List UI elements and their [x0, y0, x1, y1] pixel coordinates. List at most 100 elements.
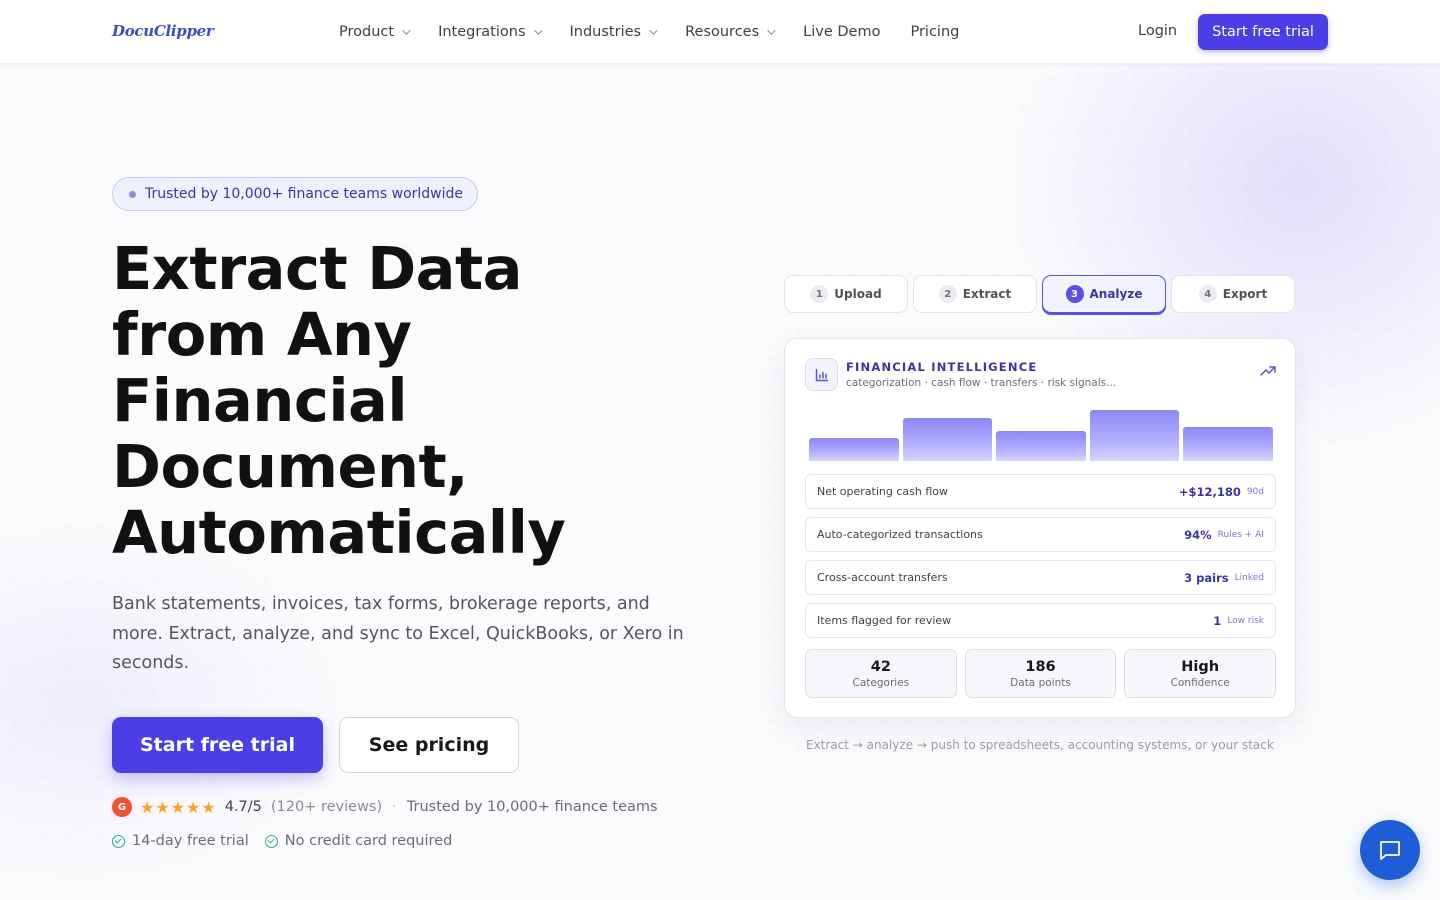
nav-link-integrations[interactable]: Integrations [438, 24, 543, 40]
rating-score: 4.7/5 [224, 799, 262, 815]
step-tab-analyze[interactable]: 3 Analyze [1042, 275, 1166, 313]
step-number: 2 [938, 285, 957, 303]
metric-tag: 90d [1246, 486, 1264, 497]
hero-headline: Extract Data from Any Financial Document, Au… [112, 236, 712, 566]
nav-link-product[interactable]: Product [339, 24, 411, 40]
chevron-down-icon [533, 26, 543, 35]
stat-label: Confidence [1170, 676, 1230, 689]
badge-text: Trusted by 10,000+ finance teams worldwi… [145, 186, 464, 202]
chart-bar [996, 431, 1086, 461]
stat-tiles: 42 Categories 186 Data points High Confidence [805, 649, 1277, 698]
metric-row: Auto-categorized transactions 94% Rules + … [805, 517, 1276, 552]
rating-separator: · [392, 799, 397, 815]
top-navbar: DocuClipper Product Integrations Industrie… [0, 0, 1440, 64]
nav-link-label: Industries [569, 24, 642, 40]
chat-launcher-button[interactable] [1360, 820, 1420, 880]
stat-tile: 186 Data points [964, 649, 1117, 698]
chevron-down-icon [402, 26, 411, 35]
financial-intelligence-card: FINANCIAL INTELLIGENCE categorization · … [784, 338, 1296, 718]
metric-label: Net operating cash flow [817, 485, 949, 498]
nav-link-resources[interactable]: Resources [685, 24, 776, 40]
stat-label: Categories [852, 676, 910, 689]
chat-bubble-icon [1380, 841, 1400, 860]
login-link[interactable]: Login [1138, 23, 1177, 39]
step-label: Export [1222, 287, 1268, 301]
stat-label: Data points [1010, 676, 1071, 689]
nav-links: Product Integrations Industries Resources Li… [339, 0, 989, 64]
headline-line: from Any [112, 300, 412, 369]
metric-row: Items flagged for review 1 Low risk [805, 603, 1276, 638]
nav-start-trial-button[interactable]: Start free trial [1198, 14, 1328, 50]
metric-value: 94% [1184, 527, 1212, 542]
metric-label: Items flagged for review [817, 614, 952, 627]
perk-label: No credit card required [284, 833, 453, 849]
hero-subtext: Bank statements, invoices, tax forms, br… [112, 594, 684, 673]
step-label: Extract [962, 287, 1012, 301]
headline-line: Automatically [112, 498, 566, 567]
perk-label: 14-day free trial [132, 833, 249, 849]
step-number: 4 [1198, 285, 1217, 303]
step-tab-upload[interactable]: 1 Upload [784, 275, 908, 313]
step-label: Analyze [1089, 287, 1143, 301]
nav-link-industries[interactable]: Industries [569, 24, 658, 40]
trust-badge: Trusted by 10,000+ finance teams worldwi… [112, 177, 478, 211]
chart-bar [809, 438, 899, 461]
review-count[interactable]: (120+ reviews) [271, 799, 382, 815]
nav-link-label: Live Demo [803, 24, 881, 40]
g2-logo-icon: G [112, 797, 132, 817]
card-subtitle: categorization · cash flow · transfers ·… [846, 377, 1117, 389]
metric-tag: Rules + AI [1217, 529, 1264, 540]
metric-rows: Net operating cash flow +$12,180 90d Auto-c… [805, 474, 1276, 646]
trusted-text: Trusted by 10,000+ finance teams [406, 799, 658, 815]
metric-tag: Linked [1234, 572, 1264, 583]
mini-bar-chart [809, 399, 1273, 461]
nav-link-label: Pricing [910, 24, 960, 40]
stat-tile: 42 Categories [805, 649, 957, 698]
headline-line: Document, [112, 432, 469, 501]
see-pricing-button[interactable]: See pricing [339, 717, 519, 773]
card-title: FINANCIAL INTELLIGENCE [846, 360, 1038, 374]
perks-row: 14-day free trial No credit card require… [112, 833, 468, 849]
start-free-trial-button[interactable]: Start free trial [112, 717, 323, 773]
metric-value: +$12,180 [1178, 484, 1241, 499]
metric-row: Net operating cash flow +$12,180 90d [805, 474, 1276, 509]
headline-line: Extract Data [112, 234, 523, 303]
check-circle-icon [264, 834, 278, 848]
step-label: Upload [834, 287, 882, 301]
headline-line: Financial [112, 366, 408, 435]
metric-value: 1 [1213, 613, 1222, 628]
stat-value: High [1181, 658, 1220, 675]
stat-tile: High Confidence [1124, 649, 1277, 698]
nav-link-label: Product [339, 24, 395, 40]
perk-item: No credit card required [264, 833, 453, 849]
nav-link-pricing[interactable]: Pricing [910, 24, 959, 40]
chart-bar [1183, 427, 1273, 461]
step-tab-extract[interactable]: 2 Extract [913, 275, 1037, 313]
nav-link-live-demo[interactable]: Live Demo [803, 24, 880, 40]
metric-label: Auto-categorized transactions [817, 528, 983, 541]
chart-bar [902, 418, 993, 461]
trending-up-icon [1260, 365, 1276, 381]
stat-value: 42 [870, 658, 891, 675]
widget-caption: Extract → analyze → push to spreadsheets… [806, 738, 1274, 752]
nav-link-label: Resources [685, 24, 760, 40]
bar-chart-icon [805, 358, 838, 391]
check-circle-icon [112, 834, 125, 848]
metric-row: Cross-account transfers 3 pairs Linked [805, 560, 1276, 595]
workflow-steps: 1 Upload 2 Extract 3 Analyze 4 Export [784, 275, 1300, 313]
rating-row: G ★★★★★ 4.7/5 (120+ reviews) · Trusted b… [112, 796, 658, 818]
step-number: 1 [810, 285, 829, 303]
chevron-down-icon [649, 26, 658, 35]
nav-link-label: Integrations [438, 24, 526, 40]
metric-label: Cross-account transfers [817, 571, 948, 584]
chart-bar [1089, 410, 1180, 461]
chevron-down-icon [767, 26, 776, 35]
badge-dot [129, 190, 136, 198]
step-tab-export[interactable]: 4 Export [1171, 275, 1295, 313]
logo[interactable]: DocuClipper [112, 22, 214, 40]
metric-tag: Low risk [1227, 615, 1264, 626]
stat-value: 186 [1025, 658, 1056, 675]
star-rating-icon: ★★★★★ [140, 797, 217, 817]
metric-value: 3 pairs [1184, 570, 1229, 585]
step-number: 3 [1065, 285, 1084, 303]
